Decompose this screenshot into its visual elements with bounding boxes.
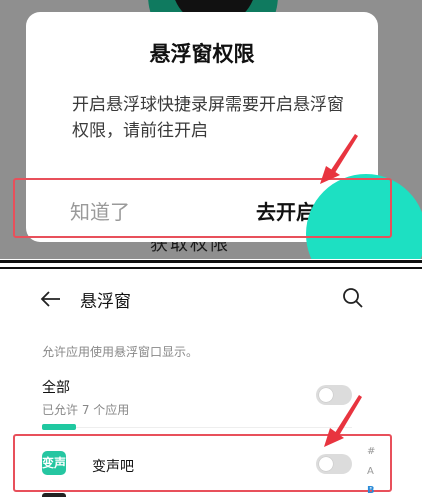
index-letter[interactable]: A (367, 466, 374, 477)
app-icon-partial (42, 424, 76, 430)
page-title: 悬浮窗 (80, 292, 131, 312)
red-arrow-icon (324, 395, 362, 447)
panel-separator (0, 259, 422, 271)
overlay-settings-screen: 悬浮窗 允许应用使用悬浮窗口显示。 全部 已允许 7 个应用 变声 变声吧 # … (0, 271, 422, 497)
page-description: 允许应用使用悬浮窗口显示。 (42, 345, 199, 359)
index-letter[interactable]: # (367, 446, 375, 457)
index-letter[interactable]: B (367, 485, 375, 496)
red-arrow-icon (320, 134, 358, 184)
app-icon-partial (42, 493, 66, 497)
permission-dialog-screen: 获取权限 悬浮窗权限 开启悬浮球快捷录屏需要开启悬浮窗权限，请前往开启 知道了 … (0, 0, 422, 259)
all-apps-label: 全部 (42, 380, 70, 396)
all-apps-count: 已允许 7 个应用 (42, 403, 130, 417)
search-icon[interactable] (340, 285, 366, 311)
back-arrow-icon[interactable] (38, 285, 66, 313)
dialog-message: 开启悬浮球快捷录屏需要开启悬浮窗权限，请前往开启 (72, 95, 344, 141)
divider (42, 427, 352, 428)
dialog-title: 悬浮窗权限 (149, 42, 255, 66)
